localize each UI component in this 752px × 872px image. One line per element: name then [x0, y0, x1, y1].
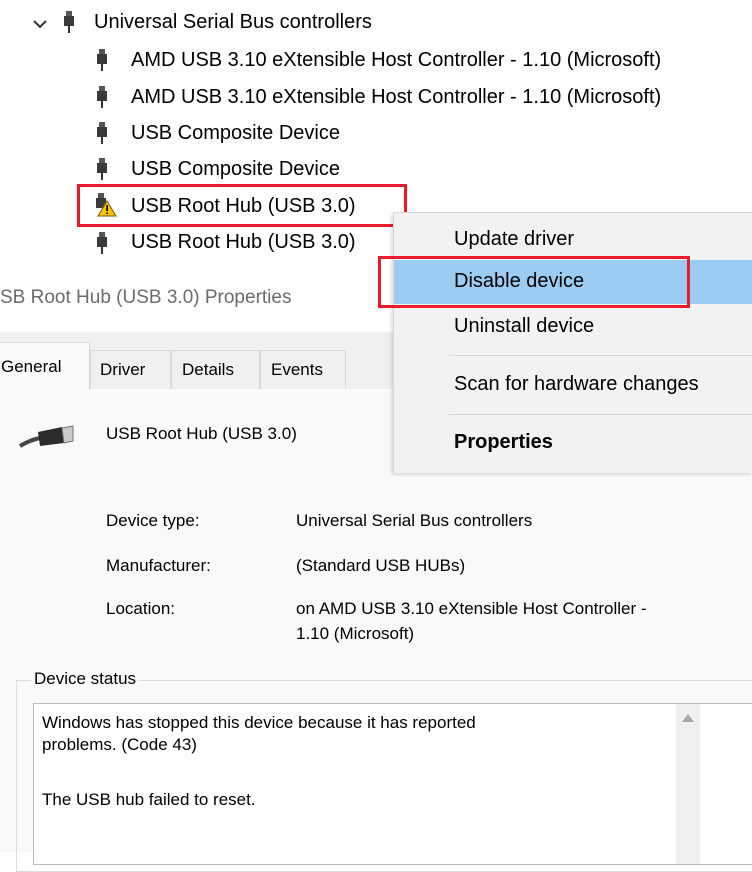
usb-plug-icon — [97, 232, 107, 254]
device-type-value: Universal Serial Bus controllers — [296, 511, 533, 530]
tab-label: Driver — [100, 360, 146, 379]
usb-plug-icon — [97, 158, 107, 180]
usb-cable-icon — [18, 425, 74, 448]
menu-item-properties[interactable]: Properties — [454, 431, 553, 454]
scroll-up-arrow-icon[interactable] — [680, 712, 696, 724]
device-status-legend: Device status — [31, 669, 140, 689]
device-name: USB Root Hub (USB 3.0) — [106, 424, 297, 443]
tab-general[interactable]: General — [0, 342, 90, 390]
tab-details[interactable]: Details — [171, 350, 260, 389]
tree-item-label: USB Root Hub (USB 3.0) — [131, 231, 356, 253]
manufacturer-value: (Standard USB HUBs) — [296, 556, 466, 575]
device-type-label: Device type: — [106, 511, 200, 530]
device-status-textbox[interactable]: Windows has stopped this device because … — [33, 703, 752, 865]
status-scrollbar[interactable] — [676, 704, 700, 864]
tree-item-label: USB Root Hub (USB 3.0) — [131, 195, 356, 217]
location-value-line1: on AMD USB 3.10 eXtensible Host Controll… — [296, 599, 647, 618]
context-menu: Update driver Disable device Uninstall d… — [393, 212, 752, 473]
menu-item-uninstall-device[interactable]: Uninstall device — [454, 315, 594, 338]
usb-plug-icon — [97, 86, 107, 108]
status-line-3: The USB hub failed to reset. — [42, 790, 256, 809]
tab-events[interactable]: Events — [260, 350, 346, 389]
tree-item-label: USB Composite Device — [131, 122, 340, 144]
warning-triangle-icon — [96, 193, 117, 217]
usb-plug-icon — [97, 122, 107, 144]
location-label: Location: — [106, 599, 175, 618]
menu-separator — [449, 355, 752, 356]
category-usb-controllers[interactable]: Universal Serial Bus controllers — [94, 10, 372, 34]
status-line-1: Windows has stopped this device because … — [42, 713, 476, 732]
chevron-down-icon[interactable] — [32, 16, 48, 32]
tree-item-label: USB Composite Device — [131, 158, 340, 180]
tab-driver[interactable]: Driver — [90, 350, 171, 389]
menu-item-update-driver[interactable]: Update driver — [454, 228, 574, 251]
menu-separator — [449, 414, 752, 415]
status-line-2: problems. (Code 43) — [42, 735, 197, 754]
tab-label: Details — [182, 360, 234, 379]
menu-item-scan-hardware[interactable]: Scan for hardware changes — [454, 373, 699, 396]
usb-plug-icon — [64, 11, 74, 33]
highlight-box-disable-device — [378, 256, 690, 308]
dialog-title: SB Root Hub (USB 3.0) Properties — [0, 287, 292, 308]
tab-label: General — [1, 357, 62, 376]
tree-item-label: AMD USB 3.10 eXtensible Host Controller … — [131, 86, 662, 108]
tab-label: Events — [271, 360, 323, 379]
manufacturer-label: Manufacturer: — [106, 556, 211, 575]
location-value-line2: 1.10 (Microsoft) — [296, 624, 415, 643]
tree-item-label: AMD USB 3.10 eXtensible Host Controller … — [131, 49, 662, 71]
usb-plug-icon — [97, 49, 107, 71]
